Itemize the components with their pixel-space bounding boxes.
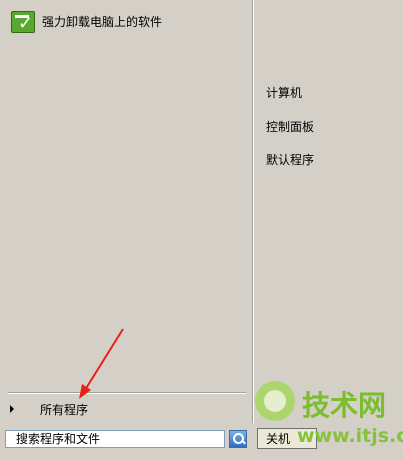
start-menu-left-panel: ✓ 强力卸载电脑上的软件 所有程序 — [0, 0, 253, 459]
search-bar — [5, 428, 247, 449]
control-panel-link[interactable]: 控制面板 — [266, 118, 314, 135]
all-programs-button[interactable]: 所有程序 — [10, 400, 246, 418]
expand-arrow-icon — [10, 405, 14, 413]
shutdown-label: 关机 — [266, 432, 291, 446]
start-menu-right-panel: 计算机 控制面板 默认程序 — [255, 0, 403, 459]
pinned-program-uninstaller[interactable]: ✓ 强力卸载电脑上的软件 — [8, 6, 246, 36]
pinned-program-label: 强力卸载电脑上的软件 — [42, 14, 163, 29]
search-icon[interactable] — [229, 429, 247, 448]
all-programs-label: 所有程序 — [40, 402, 89, 417]
shutdown-button[interactable]: 关机 — [257, 428, 317, 449]
programs-divider — [8, 392, 246, 394]
search-input[interactable] — [5, 429, 225, 448]
computer-link[interactable]: 计算机 — [266, 84, 302, 101]
uninstall-app-icon: ✓ — [8, 7, 36, 35]
default-programs-link[interactable]: 默认程序 — [266, 151, 314, 168]
panel-divider — [252, 0, 254, 423]
